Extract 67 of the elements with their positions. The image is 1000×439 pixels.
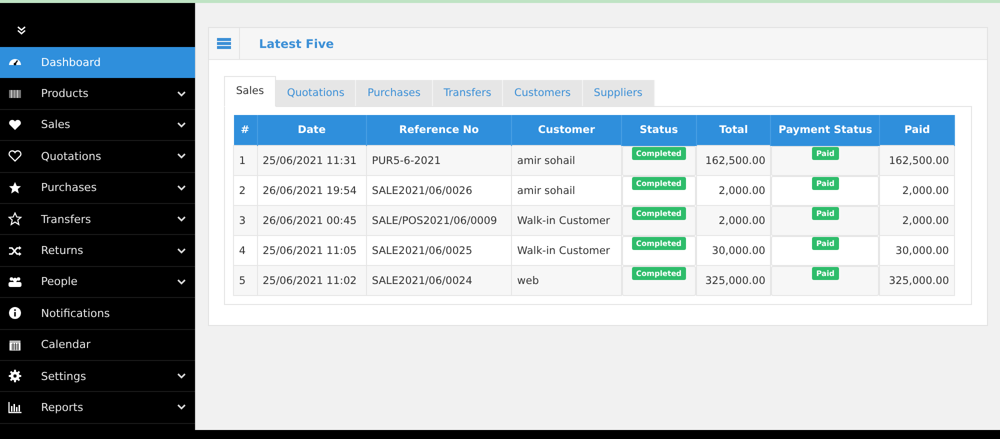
column-header: Payment Status <box>770 115 880 146</box>
table-cell: 2,000.00 <box>880 206 954 236</box>
panel-title: Latest Five <box>259 36 334 50</box>
chevron-down-icon <box>177 153 186 160</box>
table-cell: web <box>512 266 622 296</box>
table-cell: 325,000.00 <box>696 266 771 296</box>
table-cell: 162,500.00 <box>696 146 771 176</box>
column-header: Reference No <box>366 115 512 146</box>
table-cell: amir sohail <box>512 146 622 176</box>
chevron-down-icon <box>177 404 186 410</box>
table-cell: SALE2021/06/0026 <box>366 176 512 206</box>
bar-chart-icon <box>8 400 22 414</box>
column-header: Total <box>696 115 771 146</box>
table-cell: 162,500.00 <box>880 146 954 176</box>
column-header: Date <box>257 115 366 146</box>
heart-icon <box>8 118 22 132</box>
table-cell: 26/06/2021 19:54 <box>257 176 366 206</box>
table-cell: SALE2021/06/0024 <box>366 266 512 296</box>
chevron-down-icon <box>177 90 186 97</box>
table-cell: 5 <box>234 266 258 296</box>
chevron-down-icon <box>177 216 186 222</box>
table-cell: 2,000.00 <box>696 176 771 206</box>
column-header: # <box>234 115 258 146</box>
column-header: Paid <box>880 115 954 146</box>
table-cell: 26/06/2021 00:45 <box>257 206 366 236</box>
table-cell: SALE/POS2021/06/0009 <box>366 206 512 236</box>
table-cell: 1 <box>234 146 258 176</box>
sidebar-item[interactable]: Calendar <box>0 330 195 361</box>
info-icon <box>8 306 22 320</box>
table-cell: 30,000.00 <box>880 236 954 266</box>
table-cell: 4 <box>234 236 258 266</box>
collapse-toggle-icon[interactable] <box>17 26 26 34</box>
gear-icon <box>8 369 22 384</box>
star-icon <box>8 180 22 195</box>
table-cell: amir sohail <box>512 176 622 206</box>
users-icon <box>8 274 22 289</box>
sidebar-item[interactable]: Notifications <box>0 298 195 330</box>
sidebar-item[interactable]: Sales <box>0 110 195 142</box>
table-cell: 2,000.00 <box>880 176 954 206</box>
table-cell: 30,000.00 <box>696 236 771 266</box>
shuffle-icon <box>8 244 22 258</box>
calendar-icon <box>8 338 22 352</box>
chevron-down-icon <box>177 248 186 254</box>
table-cell: SALE2021/06/0025 <box>366 236 512 266</box>
table-cell: PUR5-6-2021 <box>366 146 512 176</box>
sidebar-item[interactable]: People <box>0 266 195 298</box>
sidebar-item[interactable]: Products <box>0 78 195 110</box>
table-cell: 2 <box>234 176 258 206</box>
list-icon <box>217 38 231 49</box>
chevron-down-icon <box>177 184 186 191</box>
table-cell: Walk-in Customer <box>512 236 622 266</box>
star-outline-icon <box>8 212 22 226</box>
table-cell: 25/06/2021 11:02 <box>257 266 366 296</box>
column-header: Customer <box>512 115 622 146</box>
table-cell: 25/06/2021 11:31 <box>257 146 366 176</box>
chevron-down-icon <box>177 122 186 128</box>
table-cell: 325,000.00 <box>880 266 954 296</box>
tab[interactable]: Sales <box>224 76 276 107</box>
column-header: Status <box>621 115 696 146</box>
table-cell: 2,000.00 <box>696 206 771 236</box>
sidebar-item[interactable]: Settings <box>0 360 195 392</box>
table-cell: 3 <box>234 206 258 236</box>
heart-outline-icon <box>8 149 22 164</box>
chevron-down-icon <box>177 373 186 380</box>
chevron-down-icon <box>177 278 186 285</box>
table-cell: 25/06/2021 11:05 <box>257 236 366 266</box>
table-cell: Walk-in Customer <box>512 206 622 236</box>
